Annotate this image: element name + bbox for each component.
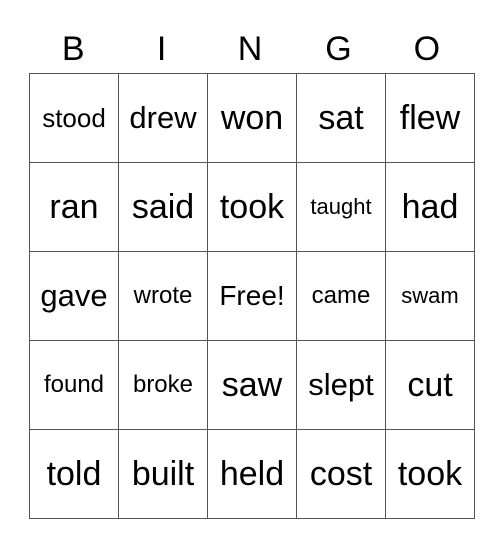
card-row: ran said took taught had [29,162,475,252]
bingo-header: B I N G O [29,26,471,72]
free-space[interactable]: Free! [207,251,297,341]
bingo-cell[interactable]: took [385,429,475,519]
card-row: gave wrote Free! came swam [29,251,475,341]
bingo-cell[interactable]: said [118,162,208,252]
bingo-cell[interactable]: stood [29,73,119,163]
bingo-cell[interactable]: found [29,340,119,430]
bingo-cell[interactable]: cut [385,340,475,430]
bingo-cell[interactable]: broke [118,340,208,430]
bingo-cell[interactable]: swam [385,251,475,341]
bingo-cell[interactable]: cost [296,429,386,519]
bingo-cell[interactable]: sat [296,73,386,163]
bingo-cell[interactable]: flew [385,73,475,163]
bingo-cell[interactable]: had [385,162,475,252]
bingo-cell[interactable]: took [207,162,297,252]
bingo-cell[interactable]: saw [207,340,297,430]
bingo-cell[interactable]: gave [29,251,119,341]
bingo-cell[interactable]: won [207,73,297,163]
bingo-cell[interactable]: built [118,429,208,519]
bingo-cell[interactable]: drew [118,73,208,163]
bingo-card: stood drew won sat flew ran said took ta… [29,73,475,519]
card-row: stood drew won sat flew [29,73,475,163]
header-letter-b: B [61,30,85,68]
card-row: found broke saw slept cut [29,340,475,430]
header-letter-o: O [413,30,441,68]
bingo-cell[interactable]: slept [296,340,386,430]
bingo-cell[interactable]: taught [296,162,386,252]
bingo-cell[interactable]: ran [29,162,119,252]
bingo-cell[interactable]: came [296,251,386,341]
header-letter-n: N [237,30,263,68]
header-letter-i: I [156,30,167,68]
card-row: told built held cost took [29,429,475,519]
header-letter-g: G [325,30,352,68]
bingo-cell[interactable]: told [29,429,119,519]
bingo-cell[interactable]: wrote [118,251,208,341]
bingo-cell[interactable]: held [207,429,297,519]
